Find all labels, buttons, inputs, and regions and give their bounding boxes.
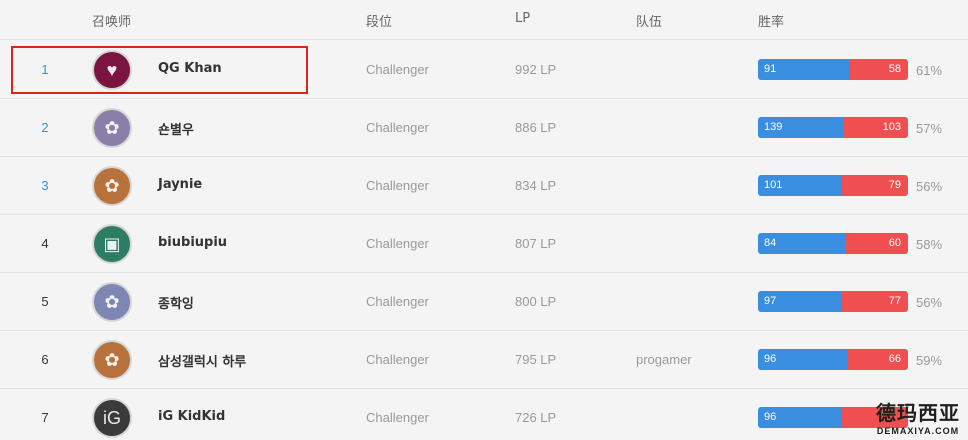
watermark-logo: 德玛西亚 DEMAXIYA.COM xyxy=(876,397,960,436)
rank-number: 7 xyxy=(41,410,49,425)
winrate-percent: 57% xyxy=(916,121,943,136)
lp-value: 726 LP xyxy=(515,410,557,425)
table-row[interactable]: 3 ✿ Jaynie Challenger 834 LP 101 79 56% xyxy=(0,157,968,215)
avatar-poro-icon: ✿ xyxy=(104,291,120,312)
summoner-name[interactable]: 숀별우 xyxy=(158,119,194,138)
lp-value: 807 LP xyxy=(515,236,557,251)
summoner-name[interactable]: biubiupiu xyxy=(158,235,227,250)
wins-count: 96 xyxy=(758,349,847,370)
wins-count: 84 xyxy=(758,233,845,254)
rank-number: 5 xyxy=(41,294,49,309)
summoner-name[interactable]: iG KidKid xyxy=(158,409,225,424)
header-lp[interactable]: LP xyxy=(515,11,530,26)
tier-label: Challenger xyxy=(366,236,429,251)
team-label: progamer xyxy=(636,352,692,367)
tier-label: Challenger xyxy=(366,120,429,135)
winrate-percent: 59% xyxy=(916,353,943,368)
table-row[interactable]: 5 ✿ 종학잉 Challenger 800 LP 97 77 56% xyxy=(0,273,968,331)
tier-label: Challenger xyxy=(366,178,429,193)
watermark-text: 德玛西亚 xyxy=(876,401,960,425)
summoner-avatar[interactable]: iG xyxy=(92,398,132,438)
winrate-percent: 61% xyxy=(916,63,943,78)
wins-count: 97 xyxy=(758,291,842,312)
winrate-bar: 91 58 xyxy=(758,59,908,80)
winrate-percent: 58% xyxy=(916,237,943,252)
winrate-percent: 56% xyxy=(916,179,943,194)
wins-count: 139 xyxy=(758,117,843,138)
losses-count: 66 xyxy=(847,349,908,370)
avatar-poro-icon: ✿ xyxy=(104,117,120,138)
summoner-avatar[interactable]: ✿ xyxy=(92,108,132,148)
losses-count: 103 xyxy=(843,117,908,138)
table-row[interactable]: 4 ▣ biubiupiu Challenger 807 LP 84 60 58% xyxy=(0,215,968,273)
table-row[interactable]: 7 iG iG KidKid Challenger 726 LP 96 xyxy=(0,389,968,440)
summoner-name[interactable]: 종학잉 xyxy=(158,293,194,312)
rank-number[interactable]: 2 xyxy=(38,120,52,135)
summoner-avatar[interactable]: ✿ xyxy=(92,282,132,322)
losses-count: 79 xyxy=(842,175,908,196)
winrate-bar: 139 103 xyxy=(758,117,908,138)
losses-count: 58 xyxy=(850,59,908,80)
wins-count: 101 xyxy=(758,175,842,196)
tier-label: Challenger xyxy=(366,62,429,77)
lp-value: 886 LP xyxy=(515,120,557,135)
lp-value: 800 LP xyxy=(515,294,557,309)
header-team[interactable]: 队伍 xyxy=(636,11,662,30)
summoner-avatar[interactable]: ▣ xyxy=(92,224,132,264)
tier-label: Challenger xyxy=(366,294,429,309)
summoner-avatar[interactable]: ✿ xyxy=(92,340,132,380)
tier-label: Challenger xyxy=(366,410,429,425)
losses-count: 77 xyxy=(842,291,908,312)
winrate-bar: 97 77 xyxy=(758,291,908,312)
lp-value: 834 LP xyxy=(515,178,557,193)
lp-value: 992 LP xyxy=(515,62,557,77)
winrate-percent: 56% xyxy=(916,295,943,310)
losses-count: 60 xyxy=(845,233,908,254)
avatar-ig-logo-icon: iG xyxy=(103,407,121,428)
summoner-name[interactable]: Jaynie xyxy=(158,177,202,192)
winrate-bar: 101 79 xyxy=(758,175,908,196)
tier-label: Challenger xyxy=(366,352,429,367)
winrate-bar: 96 66 xyxy=(758,349,908,370)
winrate-bar: 84 60 xyxy=(758,233,908,254)
avatar-poro-icon: ✿ xyxy=(104,349,120,370)
rank-number[interactable]: 3 xyxy=(38,178,52,193)
summoner-name[interactable]: 삼성갤럭시 하루 xyxy=(158,351,246,370)
header-summoner[interactable]: 召唤师 xyxy=(92,11,131,30)
table-header: 召唤师 段位 LP 队伍 胜率 xyxy=(0,0,968,40)
wins-count: 96 xyxy=(758,407,842,428)
wins-count: 91 xyxy=(758,59,850,80)
table-row[interactable]: 6 ✿ 삼성갤럭시 하루 Challenger 795 LP progamer 96 66 59… xyxy=(0,331,968,389)
avatar-chest-icon: ▣ xyxy=(103,233,121,254)
summoner-avatar[interactable]: ✿ xyxy=(92,166,132,206)
watermark-url: DEMAXIYA.COM xyxy=(876,426,960,436)
header-tier[interactable]: 段位 xyxy=(366,11,392,30)
rank-number: 6 xyxy=(41,352,49,367)
table-row[interactable]: 2 ✿ 숀별우 Challenger 886 LP 139 103 57% xyxy=(0,99,968,157)
avatar-poro-icon: ✿ xyxy=(104,175,120,196)
lp-value: 795 LP xyxy=(515,352,557,367)
header-winrate[interactable]: 胜率 xyxy=(758,11,784,30)
highlight-box xyxy=(11,46,308,94)
rank-number: 4 xyxy=(41,236,49,251)
